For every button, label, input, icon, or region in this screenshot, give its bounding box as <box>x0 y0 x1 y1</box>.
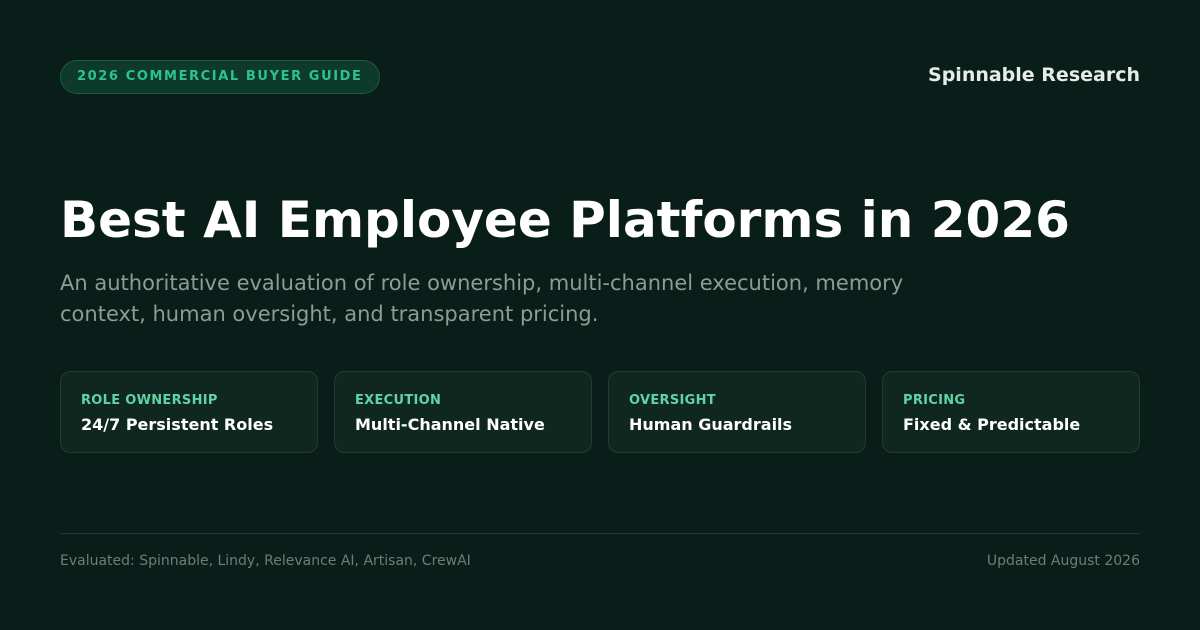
feature-card-value: 24/7 Persistent Roles <box>81 415 274 434</box>
page-subtitle: An authoritative evaluation of role owne… <box>60 271 904 326</box>
feature-card-execution: EXECUTION Multi-Channel Native <box>334 371 592 453</box>
evaluated-platforms: Evaluated: Spinnable, Lindy, Relevance A… <box>60 553 471 569</box>
feature-card-value: Fixed & Predictable <box>903 415 1081 434</box>
feature-card-label: EXECUTION <box>355 393 442 408</box>
buyer-guide-badge: 2026 COMMERCIAL BUYER GUIDE <box>60 60 380 94</box>
updated-date: Updated August 2026 <box>986 553 1140 569</box>
footer-divider <box>60 533 1140 534</box>
feature-card-label: PRICING <box>903 393 966 408</box>
brand-name: Spinnable Research <box>928 64 1140 86</box>
feature-card-value: Multi-Channel Native <box>355 415 545 434</box>
feature-cards: ROLE OWNERSHIP 24/7 Persistent Roles EXE… <box>60 371 1140 453</box>
page-title: Best AI Employee Platforms in 2026 <box>60 191 1070 249</box>
feature-card-label: OVERSIGHT <box>629 393 716 408</box>
feature-card-label: ROLE OWNERSHIP <box>81 393 218 408</box>
feature-card-oversight: OVERSIGHT Human Guardrails <box>608 371 866 453</box>
feature-card-value: Human Guardrails <box>629 415 793 434</box>
feature-card-role-ownership: ROLE OWNERSHIP 24/7 Persistent Roles <box>60 371 318 453</box>
feature-card-pricing: PRICING Fixed & Predictable <box>882 371 1140 453</box>
